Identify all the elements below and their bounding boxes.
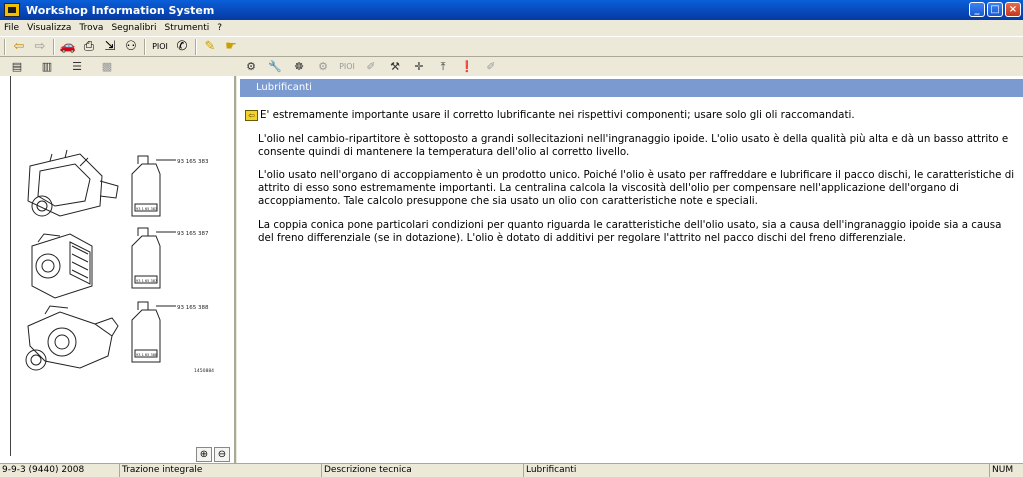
image-icon[interactable]: ▩: [96, 59, 118, 74]
tree-edge: [10, 76, 11, 456]
status-doc-type: Descrizione tecnica: [322, 464, 524, 477]
figure-code: 1450884: [194, 368, 214, 374]
window-controls: _ □ ×: [969, 2, 1021, 17]
status-system: Trazione integrale: [120, 464, 322, 477]
close-button[interactable]: ×: [1005, 2, 1021, 17]
document-pane: Lubrificanti ⇦ E' estremamente important…: [237, 76, 1023, 463]
window-title: Workshop Information System: [26, 3, 215, 17]
table-of-contents-icon[interactable]: ▤: [6, 59, 28, 74]
back-to-parent-icon[interactable]: ⇦: [245, 110, 258, 121]
status-bar: 9-9-3 (9440) 2008 Trazione integrale Des…: [0, 463, 1023, 477]
toolbar-separator: [195, 38, 197, 55]
document-content: ⇦ E' estremamente importante usare il co…: [245, 109, 1015, 255]
part-number-3: 93 165 388: [177, 305, 209, 311]
zoom-out-icon[interactable]: ⊖: [214, 447, 230, 462]
zoom-in-icon[interactable]: ⊕: [196, 447, 212, 462]
piui-button[interactable]: PIOI: [151, 39, 169, 55]
coupling-drawing: [31, 233, 93, 299]
menu-file[interactable]: File: [0, 23, 23, 33]
bookmark-icon[interactable]: ▥: [36, 59, 58, 74]
forward-arrow-icon[interactable]: ⇨: [32, 39, 48, 55]
toolbar-grip: [4, 38, 6, 55]
title-bar: Workshop Information System _ □ ×: [0, 0, 1023, 20]
menu-help[interactable]: ?: [213, 23, 226, 33]
diagnostics-icon[interactable]: ⚙: [312, 59, 334, 74]
status-vehicle: 9-9-3 (9440) 2008: [0, 464, 120, 477]
menu-bookmarks[interactable]: Segnalibri: [107, 23, 160, 33]
toolbar-separator: [144, 38, 146, 55]
menu-view[interactable]: Visualizza: [23, 23, 75, 33]
lubricant-illustration: 93 165 383 93 165 387 93 165 388 93 1 65…: [25, 149, 214, 374]
differential-drawing: [25, 305, 119, 371]
bottle-label-3: 93 1 65 388: [136, 353, 157, 357]
car-icon[interactable]: 🚗: [60, 39, 76, 55]
status-numlock: NUM: [992, 465, 1014, 475]
part-number-2: 93 165 387: [177, 231, 209, 237]
menu-find[interactable]: Trova: [75, 23, 107, 33]
menu-tools[interactable]: Strumenti: [161, 23, 214, 33]
bottle-label-1: 93 1 65 383: [136, 207, 157, 211]
special-tool-icon[interactable]: ✐: [480, 59, 502, 74]
view-tabs: ▤ ▥ ☰ ▩ ⚙ 🔧 ☸ ⚙ PIOI ✐ ⚒ ✛ ⤒ ❗ ✐: [0, 58, 1023, 75]
tool-icon[interactable]: ✐: [360, 59, 382, 74]
technical-description-icon[interactable]: ⚙: [240, 59, 262, 74]
part-number-1: 93 165 383: [177, 159, 209, 165]
move-icon[interactable]: ✛: [408, 59, 430, 74]
section-header: Lubrificanti: [240, 79, 1023, 97]
bottle-label-2: 93 1 65 387: [136, 279, 157, 283]
marker-icon[interactable]: ✎: [202, 39, 218, 55]
right-pane-tabs: ⚙ 🔧 ☸ ⚙ PIOI ✐ ⚒ ✛ ⤒ ❗ ✐: [236, 59, 502, 74]
paragraph: L'olio nel cambio-ripartitore è sottopos…: [258, 132, 1009, 158]
intro-text: E' estremamente importante usare il corr…: [260, 109, 855, 121]
export-icon[interactable]: ⇲: [102, 39, 118, 55]
status-topic: Lubrificanti: [524, 464, 990, 477]
intro-row: ⇦ E' estremamente importante usare il co…: [245, 109, 1015, 122]
status-vehicle-prefix: 9-: [2, 465, 11, 475]
status-vehicle-text: 9-3 (9440) 2008: [10, 465, 85, 475]
adjustment-icon[interactable]: ⚒: [384, 59, 406, 74]
minimize-button[interactable]: _: [969, 2, 985, 17]
illustration-pane: 93 165 383 93 165 387 93 165 388 93 1 65…: [0, 76, 236, 463]
paragraph: La coppia conica pone particolari condiz…: [258, 218, 1002, 244]
main-toolbar: ⇦ ⇨ 🚗 ⎙ ⇲ ⚇ PIOI ✆ ✎ ☛: [0, 36, 1023, 57]
menu-bar: File Visualizza Trova Segnalibri Strumen…: [0, 20, 1023, 35]
app-icon[interactable]: [4, 3, 20, 17]
back-arrow-icon[interactable]: ⇦: [11, 39, 27, 55]
piui-tab[interactable]: PIOI: [336, 59, 358, 74]
note-icon[interactable]: ☛: [223, 39, 239, 55]
print-icon[interactable]: ⎙: [81, 39, 97, 55]
left-pane-tabs: ▤ ▥ ☰ ▩: [0, 59, 236, 74]
lift-icon[interactable]: ⤒: [432, 59, 454, 74]
application-window: Workshop Information System _ □ × File V…: [0, 0, 1023, 477]
zoom-controls: ⊕ ⊖: [196, 447, 230, 462]
transfer-case-drawing: [27, 149, 119, 217]
maximize-button[interactable]: □: [987, 2, 1003, 17]
wrench-icon[interactable]: 🔧: [264, 59, 286, 74]
gears-icon[interactable]: ☸: [288, 59, 310, 74]
paragraph: L'olio usato nell'organo di accoppiament…: [258, 169, 1015, 207]
binoculars-icon[interactable]: ⚇: [123, 39, 139, 55]
vin-icon[interactable]: ✆: [174, 39, 190, 55]
toolbar-separator: [53, 38, 55, 55]
list-icon[interactable]: ☰: [66, 59, 88, 74]
warning-icon[interactable]: ❗: [456, 59, 478, 74]
